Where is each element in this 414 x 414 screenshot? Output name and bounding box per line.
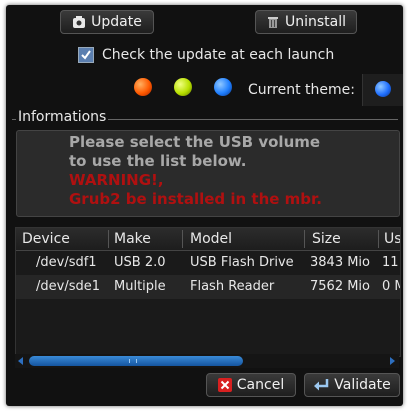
horizontal-scrollbar[interactable]	[15, 354, 399, 368]
cell-device: /dev/sde1	[36, 279, 100, 294]
cell-model: USB Flash Drive	[190, 255, 294, 270]
app-window: Update Uninstall Check the update at eac…	[6, 5, 403, 406]
cell-make: Multiple	[114, 279, 166, 294]
column-separator[interactable]	[304, 230, 305, 248]
enter-arrow-icon	[314, 379, 329, 391]
info-line-2: to use the list below.	[69, 152, 247, 170]
scroll-right-arrow-icon[interactable]	[390, 357, 395, 365]
device-table[interactable]: Device Make Model Size Us /dev/sdf1 USB …	[15, 227, 401, 357]
cell-size: 3843 Mio	[310, 255, 370, 270]
warning-line-2: Grub2 be installed in the mbr.	[69, 190, 322, 208]
cell-usage: 0 M	[382, 279, 400, 294]
informations-panel: Please select the USB volume to use the …	[16, 130, 400, 217]
column-separator[interactable]	[108, 230, 109, 248]
scrollbar-thumb[interactable]	[29, 356, 243, 366]
header-usage[interactable]: Us	[384, 231, 400, 247]
update-button[interactable]: Update	[60, 10, 154, 34]
uninstall-button[interactable]: Uninstall	[255, 10, 357, 34]
header-device[interactable]: Device	[22, 231, 70, 247]
header-model[interactable]: Model	[190, 231, 232, 247]
informations-text: Please select the USB volume to use the …	[69, 133, 322, 209]
cell-usage: 11	[382, 255, 399, 270]
cancel-label: Cancel	[236, 377, 285, 393]
info-line-1: Please select the USB volume	[69, 133, 321, 151]
update-label: Update	[91, 14, 142, 30]
validate-label: Validate	[334, 377, 391, 393]
cell-make: USB 2.0	[114, 255, 166, 270]
warning-line-1: WARNING!,	[69, 171, 164, 189]
grip-icon	[129, 359, 137, 363]
table-row[interactable]: /dev/sdf1 USB 2.0 USB Flash Drive 3843 M…	[16, 251, 400, 275]
current-theme-preview	[362, 74, 403, 106]
cell-device: /dev/sdf1	[36, 255, 97, 270]
update-icon	[73, 16, 86, 28]
header-size[interactable]: Size	[312, 231, 341, 247]
cancel-button[interactable]: Cancel	[206, 373, 296, 397]
check-update-checkbox[interactable]	[78, 47, 94, 63]
scroll-left-arrow-icon[interactable]	[18, 357, 23, 365]
check-update-option[interactable]: Check the update at each launch	[78, 47, 334, 63]
checkmark-icon	[81, 50, 91, 60]
check-update-label: Check the update at each launch	[102, 47, 335, 63]
column-separator[interactable]	[378, 230, 379, 248]
informations-group-label: Informations	[16, 109, 109, 125]
close-icon	[217, 378, 232, 392]
header-make[interactable]: Make	[114, 231, 151, 247]
validate-button[interactable]: Validate	[304, 373, 400, 397]
cell-model: Flash Reader	[190, 279, 275, 294]
uninstall-label: Uninstall	[284, 14, 347, 30]
column-separator[interactable]	[182, 230, 183, 248]
table-row[interactable]: /dev/sde1 Multiple Flash Reader 7562 Mio…	[16, 275, 400, 299]
current-theme-dot	[375, 81, 391, 97]
trash-icon	[267, 17, 278, 28]
theme-green-button[interactable]	[174, 78, 192, 96]
current-theme-label: Current theme:	[248, 82, 355, 98]
cell-size: 7562 Mio	[310, 279, 370, 294]
table-header: Device Make Model Size Us	[16, 228, 400, 251]
theme-blue-button[interactable]	[214, 78, 232, 96]
theme-orange-button[interactable]	[134, 78, 152, 96]
